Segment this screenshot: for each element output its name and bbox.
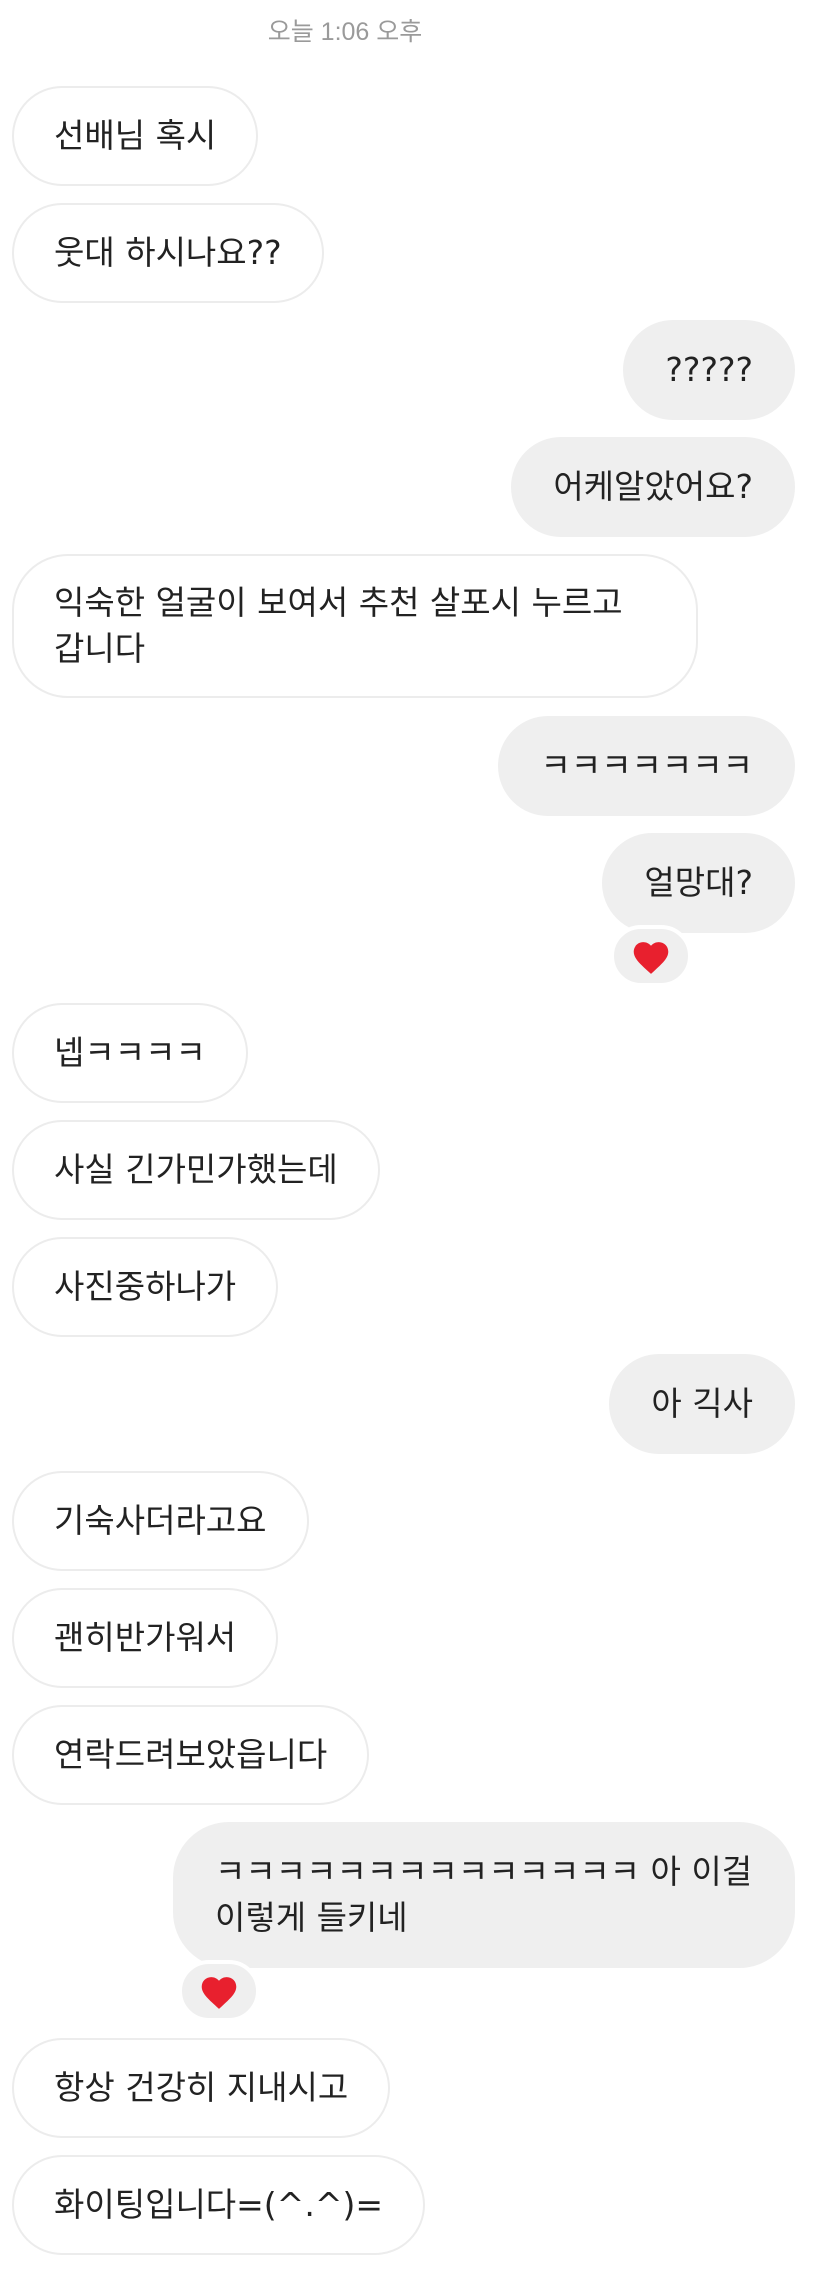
heart-icon bbox=[201, 1977, 237, 2009]
message-bubble-incoming[interactable]: 사진중하나가 bbox=[12, 1237, 279, 1337]
message-reaction[interactable] bbox=[610, 925, 692, 987]
chat-timestamp: 오늘 1:06 오후 bbox=[267, 18, 423, 46]
message-text: 기숙사더라고요 bbox=[54, 1501, 267, 1540]
message-text: ㅋㅋㅋㅋㅋㅋㅋㅋㅋㅋㅋㅋㅋㅋ 아 이걸 이렇게 들키네 bbox=[215, 1852, 753, 1937]
message-bubble-incoming[interactable]: 항상 건강히 지내시고 bbox=[12, 2038, 391, 2138]
message-text: 사실 긴가민가했는데 bbox=[54, 1150, 338, 1189]
message-text: 어케알았어요? bbox=[553, 467, 753, 506]
message-text: 화이팅입니다=(^.^)= bbox=[54, 2185, 384, 2224]
message-bubble-incoming[interactable]: 화이팅입니다=(^.^)= bbox=[12, 2155, 426, 2255]
message-bubble-incoming[interactable]: 넵ㅋㅋㅋㅋ bbox=[12, 1003, 248, 1103]
message-bubble-outgoing[interactable]: ㅋㅋㅋㅋㅋㅋㅋ bbox=[498, 716, 795, 816]
message-bubble-incoming[interactable]: 익숙한 얼굴이 보여서 추천 살포시 누르고 갑니다 bbox=[12, 554, 698, 698]
message-bubble-incoming[interactable]: 괜히반가워서 bbox=[12, 1588, 279, 1688]
message-bubble-incoming[interactable]: 웃대 하시나요?? bbox=[12, 203, 324, 303]
message-bubble-outgoing[interactable]: 아 긱사 bbox=[609, 1354, 795, 1454]
message-bubble-outgoing[interactable]: 얼망대? bbox=[602, 833, 795, 933]
message-bubble-incoming[interactable]: 사실 긴가민가했는데 bbox=[12, 1120, 380, 1220]
message-text: 얼망대? bbox=[644, 863, 753, 902]
message-bubble-incoming[interactable]: 기숙사더라고요 bbox=[12, 1471, 309, 1571]
message-text: 사진중하나가 bbox=[54, 1267, 237, 1306]
message-text: 항상 건강히 지내시고 bbox=[54, 2068, 349, 2107]
message-text: 괜히반가워서 bbox=[54, 1618, 237, 1657]
message-text: 넵ㅋㅋㅋㅋ bbox=[54, 1033, 206, 1072]
message-text: 연락드려보았읍니다 bbox=[54, 1735, 328, 1774]
message-text: 아 긱사 bbox=[651, 1384, 753, 1423]
message-text: 웃대 하시나요?? bbox=[54, 233, 282, 272]
message-text: ????? bbox=[665, 350, 753, 389]
message-bubble-outgoing[interactable]: 어케알았어요? bbox=[511, 437, 795, 537]
message-bubble-incoming[interactable]: 선배님 혹시 bbox=[12, 86, 259, 186]
message-text: ㅋㅋㅋㅋㅋㅋㅋ bbox=[540, 746, 753, 785]
message-text: 선배님 혹시 bbox=[54, 116, 217, 155]
message-bubble-incoming[interactable]: 연락드려보았읍니다 bbox=[12, 1705, 370, 1805]
message-bubble-outgoing[interactable]: ㅋㅋㅋㅋㅋㅋㅋㅋㅋㅋㅋㅋㅋㅋ 아 이걸 이렇게 들키네 bbox=[173, 1822, 795, 1968]
message-text: 익숙한 얼굴이 보여서 추천 살포시 누르고 갑니다 bbox=[54, 583, 623, 668]
heart-icon bbox=[633, 942, 669, 974]
message-bubble-outgoing[interactable]: ????? bbox=[623, 320, 795, 420]
message-reaction[interactable] bbox=[178, 1960, 260, 2022]
